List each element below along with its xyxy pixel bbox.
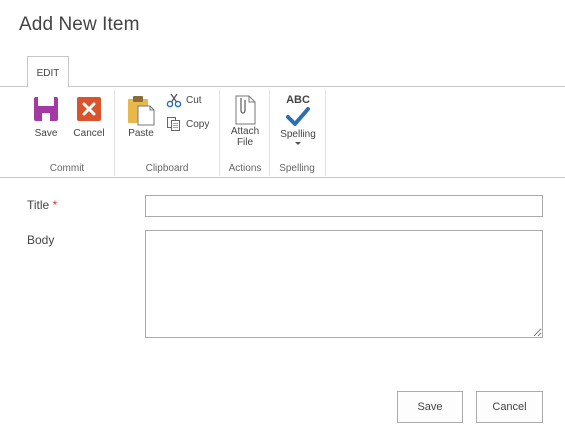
group-divider <box>219 90 220 176</box>
group-label-commit: Commit <box>49 163 85 174</box>
title-label-text: Title <box>27 198 50 212</box>
required-marker: * <box>52 198 58 212</box>
body-label: Body <box>27 233 55 247</box>
save-button[interactable]: Save <box>397 391 463 423</box>
dropdown-arrow-icon[interactable] <box>294 141 302 146</box>
ribbon-paste-label: Paste <box>128 128 154 139</box>
ribbon-cancel-button[interactable]: Cancel <box>70 96 108 142</box>
title-label: Title * <box>27 198 57 212</box>
ribbon-copy-button[interactable]: Copy <box>166 116 212 132</box>
ribbon-attach-label-2: File <box>236 137 254 148</box>
title-input[interactable] <box>145 195 543 217</box>
ribbon-spelling-label: Spelling <box>280 129 316 140</box>
paperclip-document-icon <box>235 95 256 125</box>
group-divider <box>269 90 270 176</box>
copy-icon <box>167 117 180 131</box>
ribbon-cut-label: Cut <box>186 94 202 106</box>
group-label-spelling: Spelling <box>279 163 315 174</box>
tab-edit[interactable]: EDIT <box>27 56 69 87</box>
ribbon-cut-button[interactable]: Cut <box>166 92 208 108</box>
group-divider <box>325 90 326 176</box>
ribbon-save-button[interactable]: Save <box>29 96 63 142</box>
ribbon-attach-label-1: Attach <box>230 126 260 137</box>
body-textarea[interactable] <box>145 230 543 338</box>
cancel-button[interactable]: Cancel <box>476 391 543 423</box>
ribbon-cancel-label: Cancel <box>73 128 105 139</box>
ribbon-attach-file-button[interactable]: Attach File <box>226 94 264 154</box>
spelling-abc-text: ABC <box>286 94 310 106</box>
save-icon <box>34 97 58 121</box>
paste-icon <box>128 96 155 126</box>
scissors-icon <box>166 93 182 108</box>
ribbon-spelling-button[interactable]: ABC Spelling <box>276 94 320 156</box>
page-title: Add New Item <box>19 14 140 35</box>
cancel-icon <box>77 97 101 121</box>
checkmark-icon <box>286 107 310 126</box>
group-label-actions: Actions <box>228 163 262 174</box>
ribbon-save-label: Save <box>34 128 58 139</box>
group-divider <box>114 90 115 176</box>
ribbon-paste-button[interactable]: Paste <box>124 94 158 144</box>
ribbon-copy-label: Copy <box>186 118 210 130</box>
group-label-clipboard: Clipboard <box>145 163 189 174</box>
